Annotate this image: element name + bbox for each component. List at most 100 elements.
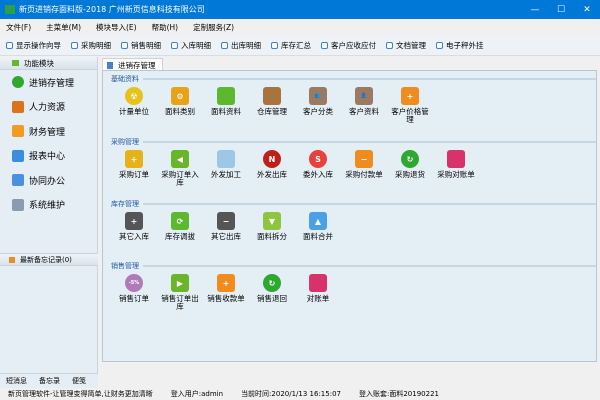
menu-item[interactable]: 模块导入(E) — [96, 22, 137, 33]
section-items: -5% 销售订单 ▶ 销售订单出库 + 销售收款单 ↻ 销售退回 对账单 — [111, 274, 596, 311]
toolbar-button-label: 客户应收应付 — [331, 41, 376, 50]
module-button[interactable]: ☢ 计量单位 — [111, 87, 157, 124]
toolbar-button[interactable]: 库存汇总 — [271, 40, 311, 51]
module-button[interactable]: 仓库管理 — [249, 87, 295, 124]
menu-bar: 文件(F) 主菜单(M) 模块导入(E) 帮助(H) 定制服务(Z) — [0, 19, 600, 36]
book-icon — [309, 274, 327, 292]
section-title: 库存管理 — [111, 199, 596, 209]
memo-panel-header[interactable]: 最新备忘记录(0) — [0, 253, 98, 266]
module-button[interactable]: ↻ 销售退回 — [249, 274, 295, 311]
title-bar: 新页进销存面料版-2018 广州新页信息科技有限公司 — ☐ ✕ — [0, 0, 600, 19]
menu-item[interactable]: 主菜单(M) — [46, 22, 81, 33]
toolbar-button[interactable]: 销售明细 — [121, 40, 161, 51]
module-button[interactable]: + 客户价格管理 — [387, 87, 433, 124]
module-button[interactable]: 👤 客户资料 — [341, 87, 387, 124]
app-logo-icon — [5, 5, 15, 14]
module-button[interactable]: ⟳ 库存调拔 — [157, 212, 203, 241]
menu-item[interactable]: 定制服务(Z) — [193, 22, 234, 33]
checkbox-icon — [436, 42, 443, 49]
module-button[interactable]: − 采购付款单 — [341, 150, 387, 187]
toolbar-button[interactable]: 客户应收应付 — [321, 40, 376, 51]
user-icon: 👤 — [355, 87, 373, 105]
toolbar-button[interactable]: 显示操作向导 — [6, 40, 61, 51]
toolbar-button-label: 显示操作向导 — [16, 41, 61, 50]
status-account: 登入账套:面料20190221 — [358, 390, 439, 398]
calendar-icon — [12, 174, 24, 187]
checkbox-icon — [386, 42, 393, 49]
sidebar: 功能模块 进销存管理 人力资源 财务管理 报表中心 协同办公 系统维护 最新备忘记录(0) — [0, 57, 98, 373]
minimize-button[interactable]: — — [522, 5, 548, 15]
people-icon — [12, 100, 24, 113]
module-button[interactable]: 外发加工 — [203, 150, 249, 187]
sidebar-item[interactable]: 进销存管理 — [0, 70, 97, 95]
close-button[interactable]: ✕ — [574, 5, 600, 15]
menu-item[interactable]: 文件(F) — [6, 22, 31, 33]
module-button[interactable]: S 委外入库 — [295, 150, 341, 187]
module-label: 销售退回 — [257, 294, 287, 303]
return-circle-icon: ↻ — [401, 150, 419, 168]
toolbar-button[interactable]: 入库明细 — [171, 40, 211, 51]
checkbox-icon — [271, 42, 278, 49]
module-label: 其它出库 — [211, 232, 241, 241]
module-button[interactable]: 采购对账单 — [433, 150, 479, 187]
module-label: 其它入库 — [119, 232, 149, 241]
module-button[interactable]: + 销售收款单 — [203, 274, 249, 311]
module-label: 采购退货 — [395, 170, 425, 179]
module-button[interactable]: 面料资料 — [203, 87, 249, 124]
bottom-tab[interactable]: 短消息 — [6, 376, 27, 386]
module-button[interactable]: -5% 销售订单 — [111, 274, 157, 311]
module-button[interactable]: ▼ 面料拆分 — [249, 212, 295, 241]
toolbar-button-label: 电子秤外挂 — [446, 41, 484, 50]
cart-remove-icon: − — [217, 212, 235, 230]
radiation-icon: ☢ — [125, 87, 143, 105]
module-button[interactable]: ▶ 销售订单出库 — [157, 274, 203, 311]
maximize-button[interactable]: ☐ — [548, 5, 574, 15]
speaker-icon — [9, 256, 15, 263]
module-button[interactable]: 👥 客户分类 — [295, 87, 341, 124]
sidebar-item[interactable]: 人力资源 — [0, 95, 97, 120]
module-button[interactable]: − 其它出库 — [203, 212, 249, 241]
toolbar-button[interactable]: 文档管理 — [386, 40, 426, 51]
module-button[interactable]: ▲ 面料合并 — [295, 212, 341, 241]
module-button[interactable]: + 采购订单 — [111, 150, 157, 187]
module-label: 外发出库 — [257, 170, 287, 179]
sidebar-item-label: 财务管理 — [29, 127, 66, 138]
toolbar-button-label: 采购明细 — [81, 41, 111, 50]
sidebar-item[interactable]: 协同办公 — [0, 168, 97, 193]
box-icon — [263, 87, 281, 105]
bottom-tab[interactable]: 便笺 — [72, 376, 86, 386]
module-label: 采购对账单 — [437, 170, 475, 179]
module-button[interactable]: ◀ 采购订单入库 — [157, 150, 203, 187]
book-icon — [447, 150, 465, 168]
memo-label: 最新备忘记录(0) — [20, 255, 72, 264]
bottom-tab[interactable]: 备忘录 — [39, 376, 60, 386]
section-1: 采购管理 + 采购订单 ◀ 采购订单入库 外发加工 N 外发出库 S 委外入库 − 采购付款单 ↻ 采购退… — [111, 137, 596, 187]
toolbar-button[interactable]: 出库明细 — [221, 40, 261, 51]
module-label: 计量单位 — [119, 107, 149, 116]
section-3: 销售管理 -5% 销售订单 ▶ 销售订单出库 + 销售收款单 ↻ 销售退回 对账单 — [111, 261, 596, 311]
toolbar-button[interactable]: 电子秤外挂 — [436, 40, 484, 51]
module-button[interactable]: ↻ 采购退货 — [387, 150, 433, 187]
discount-sticker-icon: -5% — [125, 274, 143, 292]
module-label: 面料资料 — [211, 107, 241, 116]
toolbar-button[interactable]: 采购明细 — [71, 40, 111, 51]
sidebar-item[interactable]: 财务管理 — [0, 119, 97, 144]
arrow-left-icon: ◀ — [171, 150, 189, 168]
module-label: 采购订单 — [119, 170, 149, 179]
new-badge-icon: N — [263, 150, 281, 168]
section-items: + 其它入库 ⟳ 库存调拔 − 其它出库 ▼ 面料拆分 ▲ 面料合并 — [111, 212, 596, 241]
module-button[interactable]: N 外发出库 — [249, 150, 295, 187]
checkbox-icon — [221, 42, 228, 49]
menu-item[interactable]: 帮助(H) — [152, 22, 179, 33]
module-content: 基础资料 ☢ 计量单位 ⚙ 面料类别 面料资料 仓库管理 👥 客户分类 👤 客户资料 + 客户价格管理采… — [102, 70, 597, 362]
module-label: 面料拆分 — [257, 232, 287, 241]
module-label: 采购订单入库 — [161, 170, 199, 187]
section-title: 采购管理 — [111, 137, 596, 147]
module-button[interactable]: 对账单 — [295, 274, 341, 311]
sidebar-item[interactable]: 报表中心 — [0, 144, 97, 169]
status-user: 登入用户:admin — [170, 390, 224, 398]
module-label: 面料类别 — [165, 107, 195, 116]
module-button[interactable]: + 其它入库 — [111, 212, 157, 241]
sidebar-item[interactable]: 系统维护 — [0, 193, 97, 218]
module-button[interactable]: ⚙ 面料类别 — [157, 87, 203, 124]
